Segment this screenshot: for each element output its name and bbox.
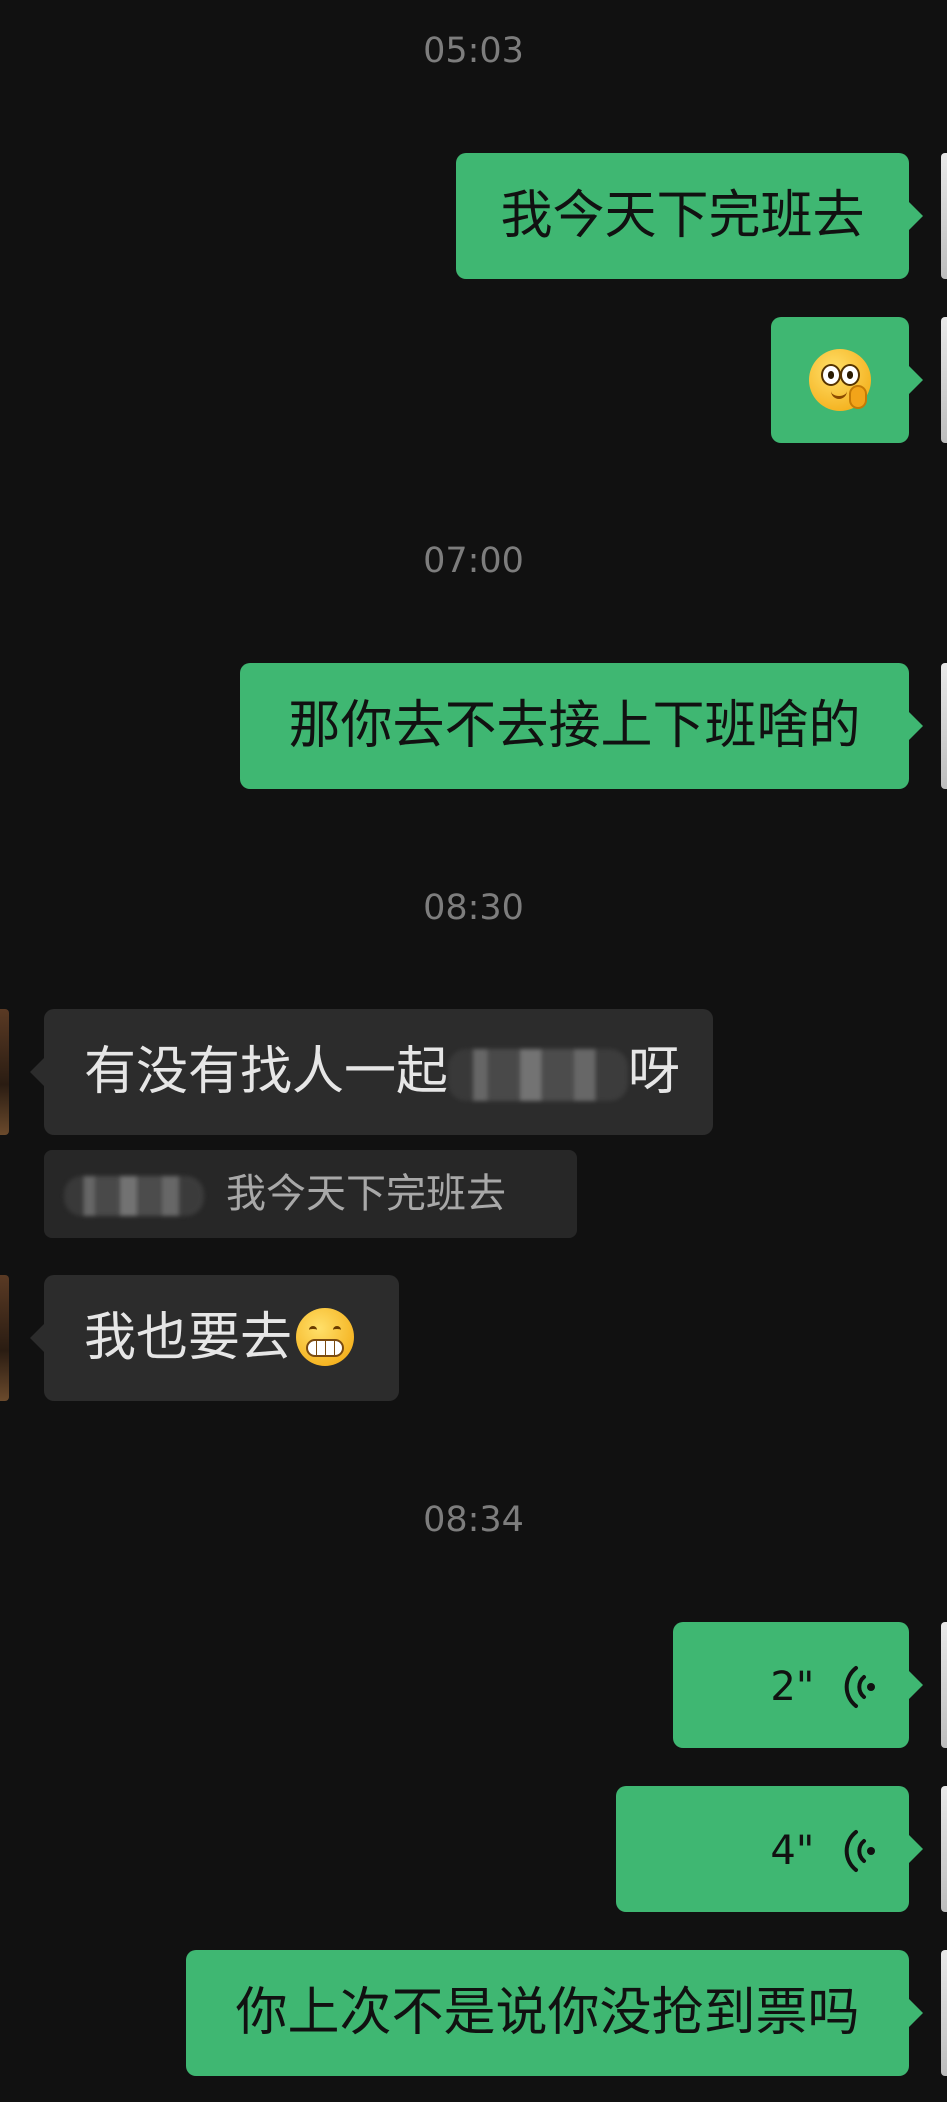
timestamp: 05:03 xyxy=(423,31,524,71)
voice-duration: 4" xyxy=(770,1828,815,1874)
message-text: 我也要去 xyxy=(84,1308,293,1368)
voice-message-bubble[interactable]: 2" xyxy=(673,1622,923,1748)
contact-avatar[interactable] xyxy=(0,1275,9,1401)
voice-wave-icon xyxy=(844,1666,875,1708)
received-message-bubble[interactable]: 有没有找人一起 呀 xyxy=(30,1009,713,1135)
thinking-face-emoji xyxy=(809,349,871,411)
message-text: 我今天下完班去 xyxy=(500,186,865,246)
message-text-end: 呀 xyxy=(628,1042,681,1102)
my-avatar[interactable] xyxy=(941,153,947,279)
timestamp: 08:30 xyxy=(423,888,524,928)
message-text: 那你去不去接上下班啥的 xyxy=(288,696,861,756)
contact-avatar[interactable] xyxy=(0,1009,9,1135)
voice-message-bubble[interactable]: 4" xyxy=(616,1786,923,1912)
my-avatar[interactable] xyxy=(941,317,947,443)
timestamp: 08:34 xyxy=(423,1500,524,1540)
voice-wave-icon xyxy=(844,1830,875,1872)
timestamp: 07:00 xyxy=(423,541,524,581)
grimacing-face-emoji xyxy=(296,1308,355,1366)
message-text: 有没有找人一起 xyxy=(84,1042,449,1102)
redacted-text xyxy=(448,1049,629,1101)
my-avatar[interactable] xyxy=(941,1786,947,1912)
message-text: 你上次不是说你没抢到票吗 xyxy=(235,1983,860,2043)
sent-message-bubble[interactable]: 那你去不去接上下班啥的 xyxy=(240,663,923,789)
my-avatar[interactable] xyxy=(941,663,947,789)
sent-emoji-bubble[interactable] xyxy=(771,317,923,443)
sent-message-bubble[interactable]: 你上次不是说你没抢到票吗 xyxy=(186,1950,923,2076)
quoted-message[interactable]: 我今天下完班去 xyxy=(44,1150,577,1238)
redacted-sender-name xyxy=(64,1176,204,1216)
quote-text: 我今天下完班去 xyxy=(226,1171,506,1217)
my-avatar[interactable] xyxy=(941,1950,947,2076)
sent-message-bubble[interactable]: 我今天下完班去 xyxy=(456,153,923,279)
voice-duration: 2" xyxy=(770,1664,815,1710)
my-avatar[interactable] xyxy=(941,1622,947,1748)
received-message-bubble[interactable]: 我也要去 xyxy=(30,1275,399,1401)
